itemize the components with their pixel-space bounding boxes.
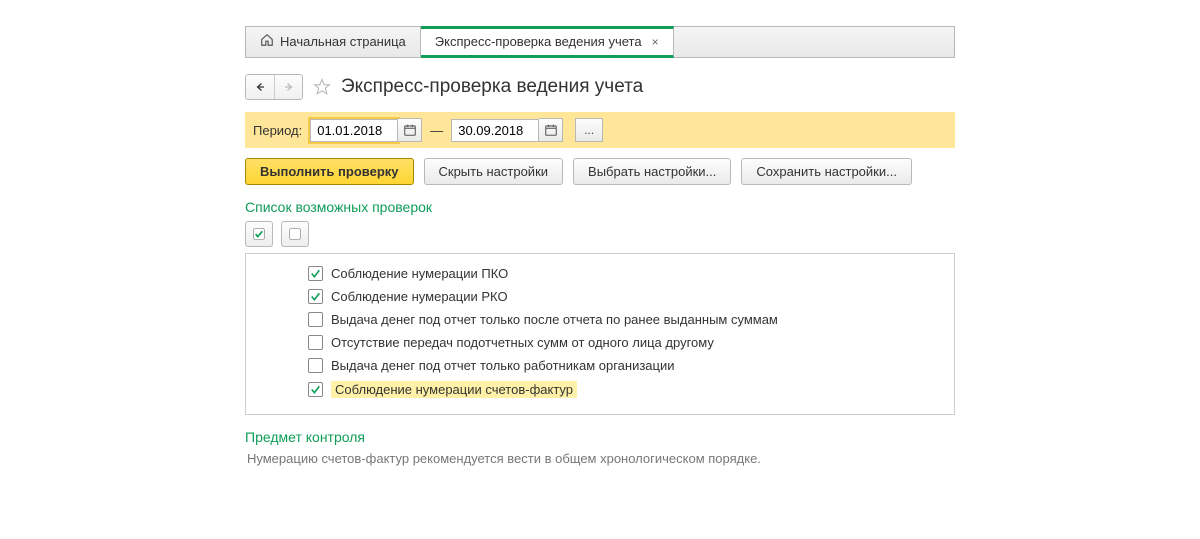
- check-label: Выдача денег под отчет только после отче…: [331, 312, 778, 327]
- close-icon[interactable]: ×: [652, 35, 659, 49]
- period-bar: Период: — ...: [245, 112, 955, 148]
- tab-express-check[interactable]: Экспресс-проверка ведения учета ×: [421, 26, 674, 58]
- check-label: Соблюдение нумерации РКО: [331, 289, 508, 304]
- header-row: Экспресс-проверка ведения учета: [245, 74, 955, 100]
- check-row: Отсутствие передач подотчетных сумм от о…: [258, 331, 942, 354]
- check-checkbox[interactable]: [308, 358, 323, 373]
- tab-active-label: Экспресс-проверка ведения учета: [435, 34, 642, 49]
- check-checkbox[interactable]: [308, 266, 323, 281]
- forward-button[interactable]: [274, 75, 302, 99]
- date-from-wrap: [310, 118, 422, 142]
- check-row: Соблюдение нумерации РКО: [258, 285, 942, 308]
- check-label: Соблюдение нумерации счетов-фактур: [331, 381, 577, 398]
- checks-list: Соблюдение нумерации ПКО Соблюдение нумер…: [245, 253, 955, 415]
- favorite-star-icon[interactable]: [311, 76, 333, 98]
- date-to-input[interactable]: [451, 119, 539, 142]
- tab-home[interactable]: Начальная страница: [246, 27, 421, 57]
- check-checkbox[interactable]: [308, 289, 323, 304]
- check-checkbox[interactable]: [308, 335, 323, 350]
- check-checkbox[interactable]: [308, 312, 323, 327]
- choose-settings-button[interactable]: Выбрать настройки...: [573, 158, 731, 185]
- date-from-input[interactable]: [310, 119, 398, 142]
- subject-heading: Предмет контроля: [245, 429, 955, 445]
- select-all-button[interactable]: [245, 221, 273, 247]
- tab-home-label: Начальная страница: [280, 34, 406, 49]
- home-icon: [260, 33, 274, 50]
- check-label: Соблюдение нумерации ПКО: [331, 266, 508, 281]
- period-more-button[interactable]: ...: [575, 118, 603, 142]
- check-row: Выдача денег под отчет только работникам…: [258, 354, 942, 377]
- period-dash: —: [430, 123, 443, 138]
- page-title: Экспресс-проверка ведения учета: [341, 76, 643, 98]
- date-from-calendar-button[interactable]: [398, 118, 422, 142]
- period-label: Период:: [253, 123, 302, 138]
- check-row: Соблюдение нумерации счетов-фактур: [258, 377, 942, 402]
- button-row: Выполнить проверку Скрыть настройки Выбр…: [245, 158, 955, 185]
- tab-bar: Начальная страница Экспресс-проверка вед…: [245, 26, 955, 58]
- check-toolbar: [245, 221, 955, 247]
- checks-list-heading: Список возможных проверок: [245, 199, 955, 215]
- subject-text: Нумерацию счетов-фактур рекомендуется ве…: [245, 451, 955, 466]
- check-row: Соблюдение нумерации ПКО: [258, 262, 942, 285]
- deselect-all-button[interactable]: [281, 221, 309, 247]
- run-check-button[interactable]: Выполнить проверку: [245, 158, 414, 185]
- date-to-calendar-button[interactable]: [539, 118, 563, 142]
- nav-buttons: [245, 74, 303, 100]
- check-label: Выдача денег под отчет только работникам…: [331, 358, 674, 373]
- check-row: Выдача денег под отчет только после отче…: [258, 308, 942, 331]
- save-settings-button[interactable]: Сохранить настройки...: [741, 158, 912, 185]
- check-label: Отсутствие передач подотчетных сумм от о…: [331, 335, 714, 350]
- check-checkbox[interactable]: [308, 382, 323, 397]
- hide-settings-button[interactable]: Скрыть настройки: [424, 158, 564, 185]
- back-button[interactable]: [246, 75, 274, 99]
- date-to-wrap: [451, 118, 563, 142]
